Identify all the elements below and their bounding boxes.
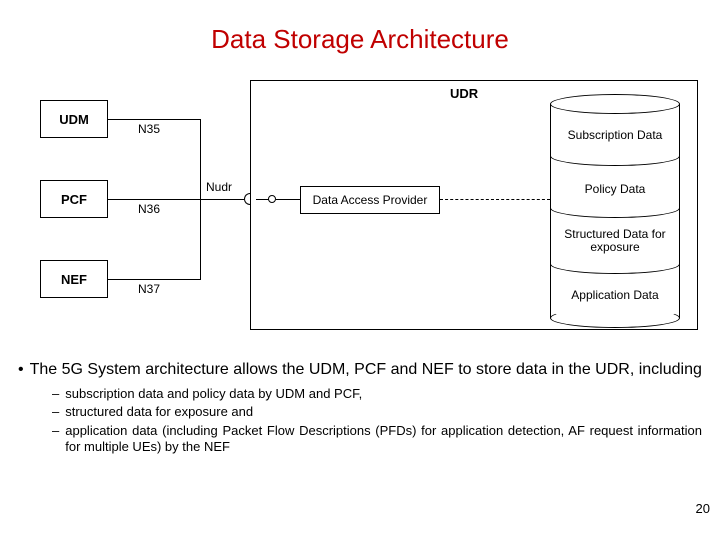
cylinder-label-structured: Structured Data for exposure <box>550 228 680 254</box>
dash-icon: – <box>52 423 59 456</box>
nef-box: NEF <box>40 260 108 298</box>
page-title: Data Storage Architecture <box>0 24 720 55</box>
lollipop-ball-icon <box>268 195 276 203</box>
sub-bullet-1: – subscription data and policy data by U… <box>52 386 702 402</box>
architecture-diagram: UDR UDM PCF NEF N35 N36 N37 Nudr Data Ac… <box>20 80 700 350</box>
label-nudr: Nudr <box>206 180 232 194</box>
udr-title: UDR <box>450 86 478 101</box>
udm-box: UDM <box>40 100 108 138</box>
bullet-dot-icon: • <box>18 360 24 380</box>
sub-bullet-3: – application data (including Packet Flo… <box>52 423 702 456</box>
cylinder-bottom-icon <box>550 308 680 328</box>
label-n36: N36 <box>138 202 160 216</box>
pcf-box: PCF <box>40 180 108 218</box>
sub-bullet-2: – structured data for exposure and <box>52 404 702 420</box>
main-bullet: • The 5G System architecture allows the … <box>18 360 702 380</box>
data-access-provider-box: Data Access Provider <box>300 186 440 214</box>
line-udm <box>108 119 200 120</box>
main-bullet-text: The 5G System architecture allows the UD… <box>30 360 702 380</box>
sub-bullet-1-text: subscription data and policy data by UDM… <box>65 386 362 402</box>
label-n35: N35 <box>138 122 160 136</box>
lollipop-to-dap <box>276 199 300 200</box>
sub-bullet-3-text: application data (including Packet Flow … <box>65 423 702 456</box>
line-nef <box>108 279 200 280</box>
dap-to-cylinder-line <box>440 199 550 200</box>
dash-icon: – <box>52 404 59 420</box>
line-pcf <box>108 199 200 200</box>
dash-icon: – <box>52 386 59 402</box>
page-number: 20 <box>696 501 710 516</box>
cylinder-label-application: Application Data <box>550 288 680 302</box>
bus-to-lollipop <box>200 199 244 200</box>
body-text: • The 5G System architecture allows the … <box>18 360 702 457</box>
cylinder-label-subscription: Subscription Data <box>550 128 680 142</box>
label-n37: N37 <box>138 282 160 296</box>
sub-bullet-2-text: structured data for exposure and <box>65 404 253 420</box>
cylinder-label-policy: Policy Data <box>550 182 680 196</box>
